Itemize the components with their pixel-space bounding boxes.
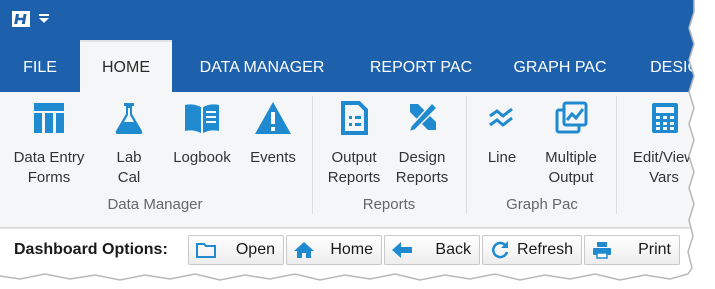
line-chart-icon bbox=[489, 107, 513, 127]
calculator-icon bbox=[652, 103, 678, 133]
dashboard-options-label: Dashboard Options: bbox=[14, 241, 168, 258]
group-label-reports: Reports bbox=[362, 196, 416, 213]
group-separator bbox=[312, 96, 313, 214]
open-label: Open bbox=[235, 241, 275, 258]
lab-cal-label: Lab Cal bbox=[116, 149, 142, 186]
refresh-icon bbox=[492, 241, 509, 259]
app-window: FILE HOME DATA MANAGER REPORT PAC GRAPH … bbox=[0, 0, 700, 280]
tab-data-manager[interactable]: DATA MANAGER bbox=[184, 40, 340, 92]
back-label: Back bbox=[435, 241, 471, 258]
tab-file[interactable]: FILE bbox=[12, 40, 68, 92]
report-icon bbox=[341, 101, 368, 135]
multiple-output-button[interactable]: Multiple Output bbox=[536, 100, 606, 188]
lab-cal-button[interactable]: Lab Cal bbox=[104, 100, 154, 188]
home-label: Home bbox=[330, 241, 373, 258]
app-logo-icon[interactable] bbox=[9, 8, 33, 30]
tab-report-pac[interactable]: REPORT PAC bbox=[358, 40, 484, 92]
design-reports-label: Design Reports bbox=[395, 149, 449, 186]
logbook-label: Logbook bbox=[173, 149, 231, 166]
line-graph-button[interactable]: Line bbox=[480, 100, 524, 168]
flask-icon bbox=[115, 103, 143, 134]
edit-view-vars-button[interactable]: Edit/View Vars bbox=[626, 100, 700, 188]
title-bar bbox=[0, 0, 700, 40]
group-label-data-manager: Data Manager bbox=[107, 196, 203, 213]
group-separator bbox=[466, 96, 467, 214]
group-separator bbox=[616, 96, 617, 214]
book-icon bbox=[185, 104, 219, 133]
logbook-button[interactable]: Logbook bbox=[164, 100, 240, 168]
back-arrow-icon bbox=[392, 242, 412, 258]
output-reports-label: Output Reports bbox=[327, 149, 381, 186]
dashboard-toolbar: Dashboard Options: Open Home Back Refres… bbox=[0, 228, 700, 273]
design-tools-icon bbox=[407, 101, 439, 134]
home-button[interactable]: Home bbox=[286, 235, 382, 265]
tab-design[interactable]: DESIG bbox=[640, 40, 700, 92]
group-label-graph-pac: Graph Pac bbox=[506, 196, 578, 213]
folder-icon bbox=[196, 243, 216, 258]
home-icon bbox=[294, 242, 314, 258]
data-entry-forms-label: Data Entry Forms bbox=[13, 149, 85, 186]
multiple-chart-icon bbox=[555, 101, 588, 134]
design-reports-button[interactable]: Design Reports bbox=[390, 100, 454, 188]
edit-view-vars-label: Edit/View Vars bbox=[632, 149, 696, 186]
ribbon-panel: Data Entry Forms Lab Cal Logbook Events … bbox=[0, 92, 700, 228]
print-button[interactable]: Print bbox=[584, 235, 680, 265]
line-label: Line bbox=[487, 149, 517, 166]
table-icon bbox=[34, 103, 64, 133]
events-label: Events bbox=[250, 149, 296, 166]
chevron-down-icon[interactable] bbox=[37, 12, 51, 26]
warning-icon bbox=[255, 102, 291, 134]
printer-icon bbox=[593, 242, 611, 259]
tab-graph-pac[interactable]: GRAPH PAC bbox=[500, 40, 620, 92]
back-button[interactable]: Back bbox=[384, 235, 480, 265]
multiple-output-label: Multiple Output bbox=[545, 149, 597, 186]
refresh-label: Refresh bbox=[516, 241, 573, 258]
output-reports-button[interactable]: Output Reports bbox=[322, 100, 386, 188]
open-button[interactable]: Open bbox=[188, 235, 284, 265]
refresh-button[interactable]: Refresh bbox=[482, 235, 582, 265]
ribbon-tabs: FILE HOME DATA MANAGER REPORT PAC GRAPH … bbox=[0, 40, 700, 94]
events-button[interactable]: Events bbox=[244, 100, 302, 168]
print-label: Print bbox=[638, 241, 671, 258]
tab-home[interactable]: HOME bbox=[80, 40, 172, 94]
data-entry-forms-button[interactable]: Data Entry Forms bbox=[10, 100, 88, 188]
